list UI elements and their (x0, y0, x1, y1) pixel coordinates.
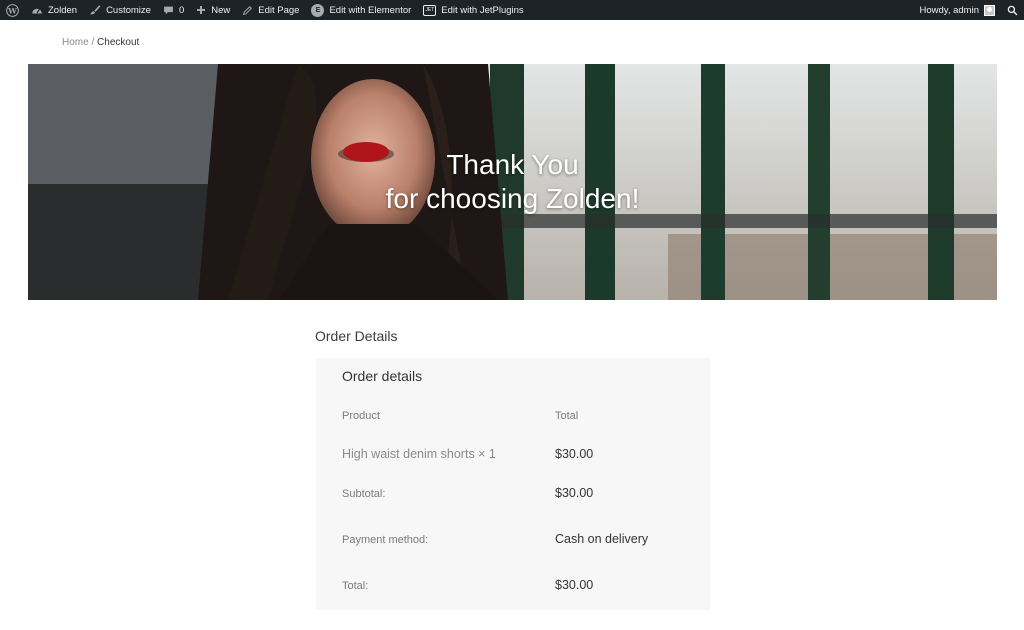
order-details-heading: Order Details (315, 328, 398, 344)
breadcrumb-separator: / (91, 37, 95, 48)
edit-elementor-link[interactable]: E Edit with Elementor (305, 0, 417, 20)
edit-jetplugins-link[interactable]: JET Edit with JetPlugins (417, 0, 529, 20)
svg-text:W: W (7, 6, 17, 15)
breadcrumb-current: Checkout (97, 37, 140, 48)
order-details-card-title: Order details (342, 368, 423, 384)
total-value: $30.00 (555, 578, 594, 592)
hero-banner: Thank You for choosing Zolden! (28, 64, 997, 300)
dashboard-icon (31, 5, 43, 16)
plus-icon (196, 5, 206, 15)
edit-page-label: Edit Page (258, 4, 300, 16)
comments-link[interactable]: 0 (157, 0, 190, 20)
subtotal-value: $30.00 (555, 486, 594, 500)
wp-logo-menu[interactable]: W (0, 0, 25, 20)
breadcrumb-home-link[interactable]: Home (62, 37, 89, 48)
brush-icon (89, 4, 101, 16)
hero-line-1: Thank You (446, 149, 579, 180)
site-name-label: Zolden (48, 4, 78, 16)
admin-search-button[interactable] (1001, 0, 1024, 20)
avatar (984, 4, 995, 16)
search-icon (1007, 5, 1018, 16)
customize-label: Customize (106, 4, 151, 16)
edit-elementor-label: Edit with Elementor (329, 4, 412, 16)
hero-line-2: for choosing Zolden! (385, 183, 640, 214)
edit-page-link[interactable]: Edit Page (236, 0, 305, 20)
payment-method-label: Payment method: (342, 534, 429, 546)
payment-method-value: Cash on delivery (555, 532, 649, 546)
product-total: $30.00 (555, 447, 594, 461)
order-details-card: Order details Product Total High waist d… (316, 358, 710, 610)
edit-jetplugins-label: Edit with JetPlugins (441, 4, 524, 16)
new-content-menu[interactable]: New (190, 0, 236, 20)
howdy-label: Howdy, admin (919, 4, 980, 16)
comment-icon (163, 5, 174, 16)
wordpress-icon: W (6, 3, 19, 17)
my-account-menu[interactable]: Howdy, admin (914, 0, 1002, 20)
total-column-header: Total (555, 410, 579, 422)
breadcrumb: Home / Checkout (62, 37, 139, 48)
new-label: New (211, 4, 231, 16)
subtotal-label: Subtotal: (342, 488, 386, 500)
jetplugins-icon: JET (423, 4, 437, 16)
customize-link[interactable]: Customize (83, 0, 157, 20)
total-label: Total: (342, 580, 369, 592)
product-column-header: Product (342, 410, 380, 422)
admin-bar: W Zolden Customize 0 New Edit Page E Edi… (0, 0, 1024, 20)
hero-heading: Thank You for choosing Zolden! (28, 148, 997, 216)
site-name-menu[interactable]: Zolden (25, 0, 83, 20)
product-name[interactable]: High waist denim shorts × 1 (342, 447, 496, 461)
elementor-icon: E (311, 3, 325, 17)
pencil-icon (242, 5, 253, 16)
comments-count: 0 (178, 4, 185, 16)
